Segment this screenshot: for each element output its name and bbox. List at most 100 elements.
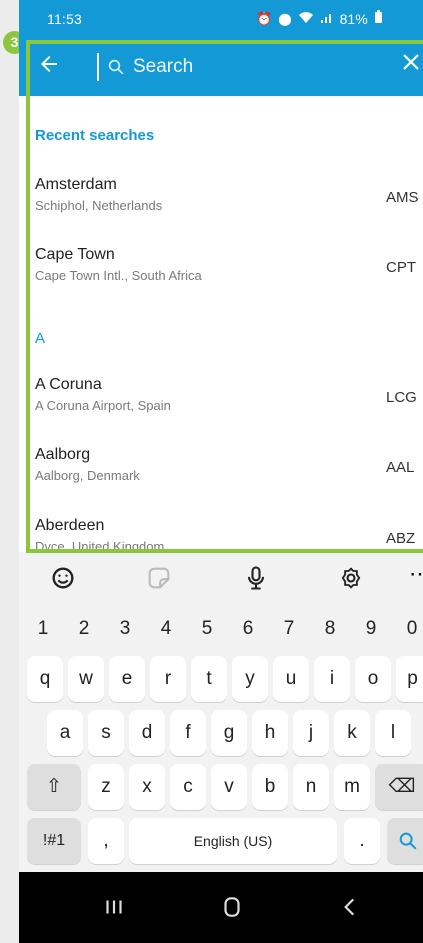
recents-icon[interactable] bbox=[101, 894, 127, 920]
airport-subtitle: Aalborg, Denmark bbox=[35, 468, 140, 483]
more-icon[interactable]: ⋯ bbox=[409, 563, 423, 592]
key-2[interactable]: 2 bbox=[68, 606, 100, 652]
key-d[interactable]: d bbox=[129, 710, 165, 756]
key-i[interactable]: i bbox=[314, 656, 350, 702]
letter-row-1: q w e r t y u i o p bbox=[19, 656, 423, 710]
key-6[interactable]: 6 bbox=[232, 606, 264, 652]
key-z[interactable]: z bbox=[88, 764, 124, 810]
shift-key[interactable]: ⇧ bbox=[27, 764, 81, 810]
location-icon: ⬤ bbox=[278, 11, 292, 26]
key-r[interactable]: r bbox=[150, 656, 186, 702]
key-k[interactable]: k bbox=[334, 710, 370, 756]
city-name: A Coruna bbox=[35, 376, 102, 393]
list-item[interactable]: Aalborg Aalborg, Denmark AAL bbox=[19, 446, 423, 502]
status-time: 11:53 bbox=[47, 11, 82, 27]
mic-icon[interactable] bbox=[242, 564, 270, 592]
key-o[interactable]: o bbox=[355, 656, 391, 702]
key-3[interactable]: 3 bbox=[109, 606, 141, 652]
key-8[interactable]: 8 bbox=[314, 606, 346, 652]
city-name: Aalborg bbox=[35, 446, 91, 463]
key-p[interactable]: p bbox=[396, 656, 423, 702]
battery-icon bbox=[374, 10, 383, 27]
recent-searches-heading: Recent searches bbox=[35, 127, 155, 144]
airport-code: AMS bbox=[386, 189, 419, 206]
key-u[interactable]: u bbox=[273, 656, 309, 702]
back-button[interactable] bbox=[37, 52, 65, 80]
list-item[interactable]: A Coruna A Coruna Airport, Spain LCG bbox=[19, 376, 423, 432]
space-key[interactable]: English (US) bbox=[129, 818, 337, 864]
search-key[interactable] bbox=[387, 818, 423, 864]
settings-icon[interactable] bbox=[337, 564, 365, 592]
backspace-key[interactable]: ⌫ bbox=[375, 764, 423, 810]
alphabet-heading: A bbox=[35, 330, 46, 347]
airport-subtitle: Dyce, United Kingdom bbox=[35, 539, 165, 552]
comma-key[interactable]: , bbox=[88, 818, 124, 864]
key-w[interactable]: w bbox=[68, 656, 104, 702]
key-c[interactable]: c bbox=[170, 764, 206, 810]
list-item[interactable]: Cape Town Cape Town Intl., South Africa … bbox=[19, 246, 423, 302]
status-bar: 11:53 ⏰ ⬤ 81% bbox=[19, 0, 423, 38]
bottom-key-row: !#1 , English (US) . bbox=[19, 818, 423, 872]
key-x[interactable]: x bbox=[129, 764, 165, 810]
key-1[interactable]: 1 bbox=[27, 606, 59, 652]
home-icon[interactable] bbox=[219, 894, 245, 920]
airport-code: ABZ bbox=[386, 530, 416, 547]
key-h[interactable]: h bbox=[252, 710, 288, 756]
airport-code: LCG bbox=[386, 389, 417, 406]
city-name: Aberdeen bbox=[35, 517, 105, 534]
airport-subtitle: Cape Town Intl., South Africa bbox=[35, 268, 202, 283]
key-5[interactable]: 5 bbox=[191, 606, 223, 652]
search-input[interactable] bbox=[133, 56, 333, 78]
key-a[interactable]: a bbox=[47, 710, 83, 756]
arrow-left-icon bbox=[41, 56, 57, 72]
symbols-key[interactable]: !#1 bbox=[27, 818, 81, 864]
search-icon bbox=[399, 832, 417, 850]
key-s[interactable]: s bbox=[88, 710, 124, 756]
city-name: Amsterdam bbox=[35, 176, 117, 193]
page: 3 11:53 ⏰ ⬤ 81% Search Recent searches A… bbox=[0, 0, 423, 943]
letter-row-3: ⇧ z x c v b n m ⌫ bbox=[19, 764, 423, 818]
status-icons: ⏰ ⬤ 81% bbox=[256, 10, 383, 27]
airport-subtitle: Schiphol, Netherlands bbox=[35, 198, 163, 213]
key-n[interactable]: n bbox=[293, 764, 329, 810]
key-g[interactable]: g bbox=[211, 710, 247, 756]
search-app-bar bbox=[19, 38, 423, 96]
close-button[interactable] bbox=[399, 50, 423, 80]
key-t[interactable]: t bbox=[191, 656, 227, 702]
key-e[interactable]: e bbox=[109, 656, 145, 702]
key-j[interactable]: j bbox=[293, 710, 329, 756]
search-box[interactable] bbox=[97, 50, 367, 84]
back-nav-icon[interactable] bbox=[337, 894, 363, 920]
key-l[interactable]: l bbox=[375, 710, 411, 756]
key-4[interactable]: 4 bbox=[150, 606, 182, 652]
key-f[interactable]: f bbox=[170, 710, 206, 756]
alarm-icon: ⏰ bbox=[256, 10, 273, 26]
sticker-icon[interactable] bbox=[145, 564, 173, 592]
signal-icon bbox=[320, 11, 334, 27]
list-item[interactable]: Aberdeen Dyce, United Kingdom ABZ bbox=[19, 517, 423, 552]
key-b[interactable]: b bbox=[252, 764, 288, 810]
key-m[interactable]: m bbox=[334, 764, 370, 810]
key-q[interactable]: q bbox=[27, 656, 63, 702]
number-row: 1 2 3 4 5 6 7 8 9 0 bbox=[19, 606, 423, 660]
airport-code: CPT bbox=[386, 259, 416, 276]
key-9[interactable]: 9 bbox=[355, 606, 387, 652]
wifi-icon bbox=[298, 10, 314, 27]
key-v[interactable]: v bbox=[211, 764, 247, 810]
keyboard[interactable]: ⋯ 1 2 3 4 5 6 7 8 9 0 q w e r t y u i o … bbox=[19, 552, 423, 872]
list-item[interactable]: Amsterdam Schiphol, Netherlands AMS bbox=[19, 176, 423, 232]
key-0[interactable]: 0 bbox=[396, 606, 423, 652]
phone-screen: 11:53 ⏰ ⬤ 81% Search Recent searches Ams… bbox=[19, 0, 423, 943]
period-key[interactable]: . bbox=[344, 818, 380, 864]
key-y[interactable]: y bbox=[232, 656, 268, 702]
emoji-icon[interactable] bbox=[49, 564, 77, 592]
airport-subtitle: A Coruna Airport, Spain bbox=[35, 398, 171, 413]
airport-code: AAL bbox=[386, 459, 415, 476]
text-cursor bbox=[97, 53, 99, 81]
close-icon bbox=[403, 54, 419, 70]
search-results-list[interactable]: Recent searches Amsterdam Schiphol, Neth… bbox=[19, 96, 423, 552]
city-name: Cape Town bbox=[35, 246, 115, 263]
search-icon bbox=[108, 59, 124, 75]
key-7[interactable]: 7 bbox=[273, 606, 305, 652]
system-nav-bar bbox=[19, 872, 423, 943]
